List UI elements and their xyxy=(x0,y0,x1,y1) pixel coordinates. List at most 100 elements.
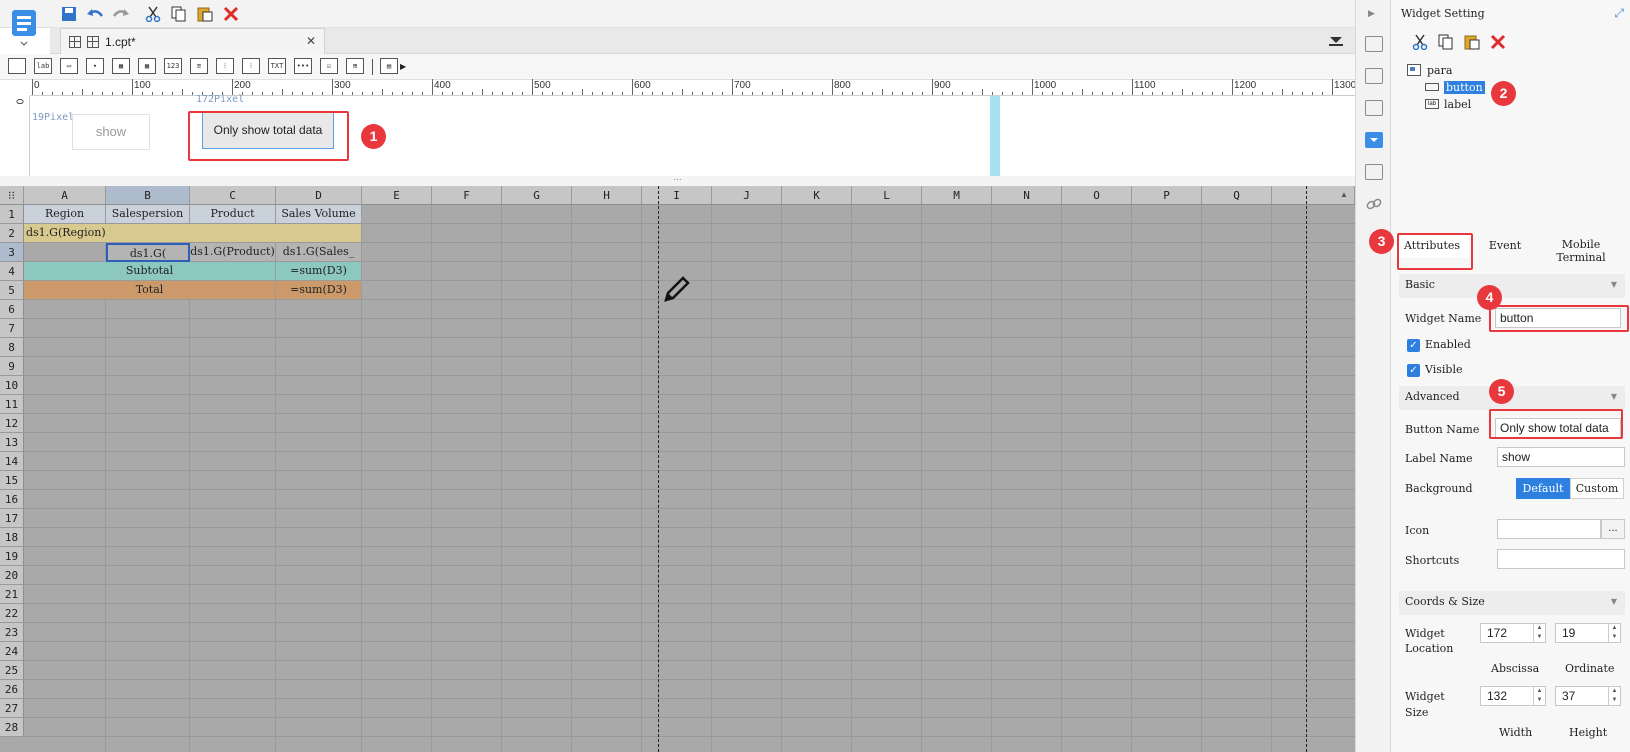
row-header[interactable]: 3 xyxy=(0,243,24,262)
tree-item-label[interactable]: lab label xyxy=(1425,96,1471,112)
cell-d5[interactable]: =sum(D3) xyxy=(276,281,362,300)
coords-section-header[interactable]: Coords & Size ▼ xyxy=(1399,591,1625,615)
row-header[interactable]: 16 xyxy=(0,490,24,509)
shortcuts-input[interactable] xyxy=(1497,549,1625,569)
cell-d1[interactable]: Sales Volume xyxy=(276,205,362,224)
tab-attributes[interactable]: Attributes xyxy=(1395,234,1469,258)
checkbox-widget-icon[interactable]: ☑ xyxy=(320,58,338,74)
cell-a4[interactable]: Subtotal xyxy=(24,262,276,281)
textarea-widget-icon[interactable]: ≡ xyxy=(190,58,208,74)
column-header[interactable]: P xyxy=(1132,186,1202,205)
password-widget-icon[interactable]: ••• xyxy=(294,58,312,74)
column-header[interactable]: E xyxy=(362,186,432,205)
tree-widget-icon[interactable]: ⊞ xyxy=(346,58,364,74)
row-header[interactable]: 13 xyxy=(0,433,24,452)
float-element-icon[interactable] xyxy=(1365,100,1383,116)
widget-setting-icon[interactable] xyxy=(1365,132,1383,148)
close-tab-icon[interactable]: ✕ xyxy=(306,34,316,48)
basic-section-header[interactable]: Basic ▼ xyxy=(1399,274,1625,298)
row-header[interactable]: 26 xyxy=(0,680,24,699)
cell-attribute-icon[interactable] xyxy=(1365,36,1383,52)
row-header[interactable]: 23 xyxy=(0,623,24,642)
cell-a1[interactable]: Region xyxy=(24,205,106,224)
size-width-input[interactable]: 132 ▲ ▼ xyxy=(1480,686,1546,706)
spinner-arrows-icon[interactable]: ▲ ▼ xyxy=(1608,624,1620,642)
row-header[interactable]: 22 xyxy=(0,604,24,623)
expand-arrow-icon[interactable]: ▶ xyxy=(400,62,406,71)
radio-group-widget-icon[interactable]: ⁝ xyxy=(216,58,234,74)
panel-copy-icon[interactable] xyxy=(1435,31,1457,53)
tree-root-para[interactable]: para xyxy=(1407,62,1452,78)
grid-corner[interactable]: ⁝⁝ xyxy=(0,186,24,205)
column-header[interactable]: C xyxy=(190,186,276,205)
column-header[interactable]: J xyxy=(712,186,782,205)
show-label-widget[interactable]: show xyxy=(72,114,150,150)
location-x-input[interactable]: 172 ▲ ▼ xyxy=(1480,623,1546,643)
label-widget-icon[interactable]: lab xyxy=(34,58,52,74)
column-header[interactable]: O xyxy=(1062,186,1132,205)
cell-a2[interactable]: ds1.G(Region) xyxy=(24,224,362,243)
row-header[interactable]: 5 xyxy=(0,281,24,300)
column-header[interactable]: H xyxy=(572,186,642,205)
row-header[interactable]: 14 xyxy=(0,452,24,471)
splitter-handle[interactable]: ··· xyxy=(0,176,1355,186)
panel-delete-icon[interactable] xyxy=(1487,31,1509,53)
location-y-input[interactable]: 19 ▲ ▼ xyxy=(1555,623,1621,643)
panel-paste-icon[interactable] xyxy=(1461,31,1483,53)
row-header[interactable]: 27 xyxy=(0,699,24,718)
button-name-input[interactable]: Only show total data xyxy=(1495,418,1621,438)
row-header[interactable]: 6 xyxy=(0,300,24,319)
row-header[interactable]: 19 xyxy=(0,547,24,566)
cell-b3[interactable]: ds1.G( xyxy=(106,243,190,262)
tab-event[interactable]: Event xyxy=(1475,234,1535,258)
row-header[interactable]: 24 xyxy=(0,642,24,661)
column-header[interactable]: G xyxy=(502,186,572,205)
cut-icon[interactable] xyxy=(142,3,164,25)
column-header[interactable]: B xyxy=(106,186,190,205)
cell-c1[interactable]: Product xyxy=(190,205,276,224)
row-header[interactable]: 4 xyxy=(0,262,24,281)
cell-d4[interactable]: =sum(D3) xyxy=(276,262,362,281)
row-header[interactable]: 1 xyxy=(0,205,24,224)
row-header[interactable]: 21 xyxy=(0,585,24,604)
cell-c3[interactable]: ds1.G(Product) xyxy=(190,243,276,262)
cell-d3[interactable]: ds1.G(Sales_ xyxy=(276,243,362,262)
tree-item-button[interactable]: button xyxy=(1425,79,1485,95)
tab-list-icon[interactable] xyxy=(1329,34,1343,46)
row-header[interactable]: 15 xyxy=(0,471,24,490)
row-header[interactable]: 12 xyxy=(0,414,24,433)
combobox-widget-icon[interactable]: ▾ xyxy=(86,58,104,74)
textfield-widget-icon[interactable] xyxy=(8,58,26,74)
visible-checkbox[interactable]: ✓ xyxy=(1407,364,1420,377)
text-widget-icon[interactable]: TXT xyxy=(268,58,286,74)
file-tab[interactable]: 1.cpt* ✕ xyxy=(60,28,325,54)
redo-icon[interactable] xyxy=(110,3,132,25)
date-widget-icon[interactable]: ▦ xyxy=(112,58,130,74)
row-header[interactable]: 18 xyxy=(0,528,24,547)
row-header[interactable]: 8 xyxy=(0,338,24,357)
row-header[interactable]: 28 xyxy=(0,718,24,737)
panel-expand-icon[interactable]: ⤢ xyxy=(1614,6,1624,21)
more-widgets-icon[interactable]: ▤ xyxy=(380,58,398,74)
widget-name-input[interactable]: button xyxy=(1495,308,1621,328)
save-icon[interactable] xyxy=(58,3,80,25)
column-header[interactable]: A xyxy=(24,186,106,205)
background-default-button[interactable]: Default xyxy=(1516,478,1570,499)
spinner-arrows-icon[interactable]: ▲ ▼ xyxy=(1533,687,1545,705)
icon-input[interactable] xyxy=(1497,519,1601,539)
hyperlink-icon[interactable] xyxy=(1365,196,1383,212)
tab-mobile-terminal[interactable]: Mobile Terminal xyxy=(1541,238,1621,264)
button-widget-icon[interactable]: ▭ xyxy=(60,58,78,74)
column-header[interactable]: D xyxy=(276,186,362,205)
row-header[interactable]: 2 xyxy=(0,224,24,243)
enabled-checkbox[interactable]: ✓ xyxy=(1407,339,1420,352)
collapse-arrow-icon[interactable]: ▶ xyxy=(1368,8,1375,19)
column-header[interactable]: L xyxy=(852,186,922,205)
column-header[interactable]: K xyxy=(782,186,852,205)
row-header[interactable]: 25 xyxy=(0,661,24,680)
row-header[interactable]: 17 xyxy=(0,509,24,528)
app-menu-icon[interactable] xyxy=(10,4,38,48)
paste-icon[interactable] xyxy=(194,3,216,25)
row-header[interactable]: 10 xyxy=(0,376,24,395)
cell-a5[interactable]: Total xyxy=(24,281,276,300)
